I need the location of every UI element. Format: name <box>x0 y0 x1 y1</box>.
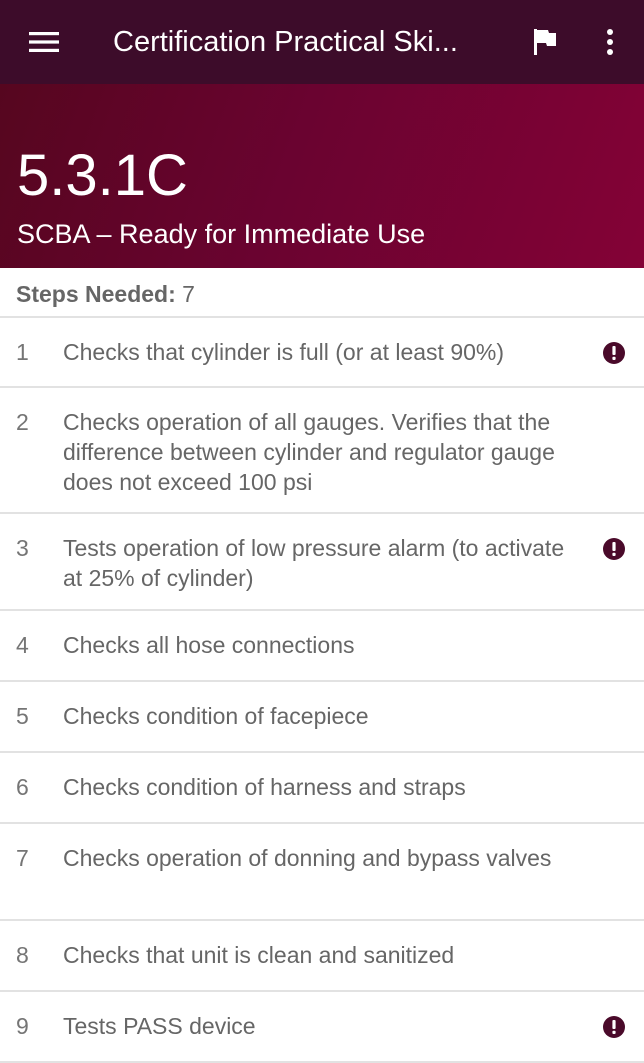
skill-code: 5.3.1C <box>17 143 188 208</box>
page-title: Certification Practical Ski... <box>113 26 458 58</box>
steps-list: 1 Checks that cylinder is full (or at le… <box>0 318 644 1063</box>
flag-icon[interactable] <box>522 22 566 62</box>
list-item[interactable]: 6 Checks condition of harness and straps <box>0 753 644 824</box>
list-item[interactable]: 1 Checks that cylinder is full (or at le… <box>0 318 644 388</box>
step-text: Checks condition of harness and straps <box>63 774 466 800</box>
list-item[interactable]: 9 Tests PASS device <box>0 992 644 1063</box>
step-number: 7 <box>16 845 29 871</box>
steps-needed-label: Steps Needed: <box>16 281 176 307</box>
hamburger-menu-icon[interactable] <box>20 24 68 60</box>
steps-needed-value: 7 <box>182 281 195 307</box>
step-text: Checks operation of donning and bypass v… <box>63 845 552 871</box>
step-text: Tests operation of low pressure alarm (t… <box>63 535 565 591</box>
step-number: 4 <box>16 632 29 658</box>
list-item[interactable]: 7 Checks operation of donning and bypass… <box>0 824 644 921</box>
exclamation-circle-icon[interactable] <box>602 341 626 365</box>
step-number: 1 <box>16 339 29 365</box>
steps-needed: Steps Needed: 7 <box>0 268 644 318</box>
step-text: Checks condition of facepiece <box>63 703 369 729</box>
list-item[interactable]: 4 Checks all hose connections <box>0 611 644 682</box>
list-item[interactable]: 2 Checks operation of all gauges. Verifi… <box>0 388 644 514</box>
list-item[interactable]: 8 Checks that unit is clean and sanitize… <box>0 921 644 992</box>
more-vertical-icon[interactable] <box>590 22 630 62</box>
step-text: Checks that cylinder is full (or at leas… <box>63 339 505 365</box>
exclamation-circle-icon[interactable] <box>602 1015 626 1039</box>
step-text: Checks that unit is clean and sanitized <box>63 942 455 968</box>
skill-header: 5.3.1C SCBA – Ready for Immediate Use <box>0 84 644 268</box>
step-text: Tests PASS device <box>63 1013 256 1039</box>
step-text: Checks operation of all gauges. Verifies… <box>63 409 555 495</box>
step-number: 6 <box>16 774 29 800</box>
step-number: 3 <box>16 535 29 561</box>
step-text: Checks all hose connections <box>63 632 355 658</box>
skill-subtitle: SCBA – Ready for Immediate Use <box>17 219 426 249</box>
step-number: 5 <box>16 703 29 729</box>
step-number: 9 <box>16 1013 29 1039</box>
app-bar: Certification Practical Ski... <box>0 0 644 84</box>
list-item[interactable]: 5 Checks condition of facepiece <box>0 682 644 753</box>
step-number: 2 <box>16 409 29 435</box>
list-item[interactable]: 3 Tests operation of low pressure alarm … <box>0 514 644 611</box>
step-number: 8 <box>16 942 29 968</box>
exclamation-circle-icon[interactable] <box>602 537 626 561</box>
